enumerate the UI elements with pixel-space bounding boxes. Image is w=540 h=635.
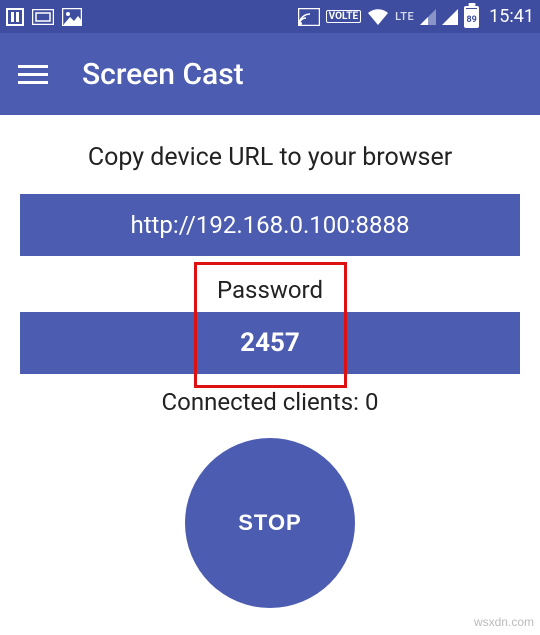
clock: 15:41 <box>489 6 534 27</box>
instruction-text: Copy device URL to your browser <box>88 143 452 172</box>
status-bar: VOLTE LTE 89 15:41 <box>0 0 540 33</box>
main-content: Copy device URL to your browser http://1… <box>0 115 540 608</box>
network-type-label: LTE <box>395 10 414 23</box>
app-title: Screen Cast <box>82 57 244 92</box>
device-url-text: http://192.168.0.100:8888 <box>130 211 409 239</box>
stop-button[interactable]: STOP <box>185 438 355 608</box>
stop-button-label: STOP <box>238 510 302 536</box>
wifi-icon <box>367 8 389 26</box>
menu-icon[interactable] <box>18 65 52 84</box>
battery-percent: 89 <box>466 15 477 25</box>
cast-icon <box>298 8 320 26</box>
watermark-text: wsxdn.com <box>474 615 534 629</box>
battery-icon: 89 <box>464 6 479 28</box>
device-url-box[interactable]: http://192.168.0.100:8888 <box>20 194 520 256</box>
connected-clients-text: Connected clients: 0 <box>162 388 379 416</box>
password-label: Password <box>217 276 323 304</box>
image-icon <box>62 8 82 26</box>
password-value: 2457 <box>240 328 300 358</box>
screenshot-icon <box>32 9 54 25</box>
app-bar: Screen Cast <box>0 33 540 115</box>
pause-icon <box>6 8 24 26</box>
signal-1-icon <box>420 9 436 25</box>
volte-icon: VOLTE <box>326 10 362 23</box>
password-box[interactable]: 2457 <box>20 312 520 374</box>
signal-2-icon <box>442 9 458 25</box>
